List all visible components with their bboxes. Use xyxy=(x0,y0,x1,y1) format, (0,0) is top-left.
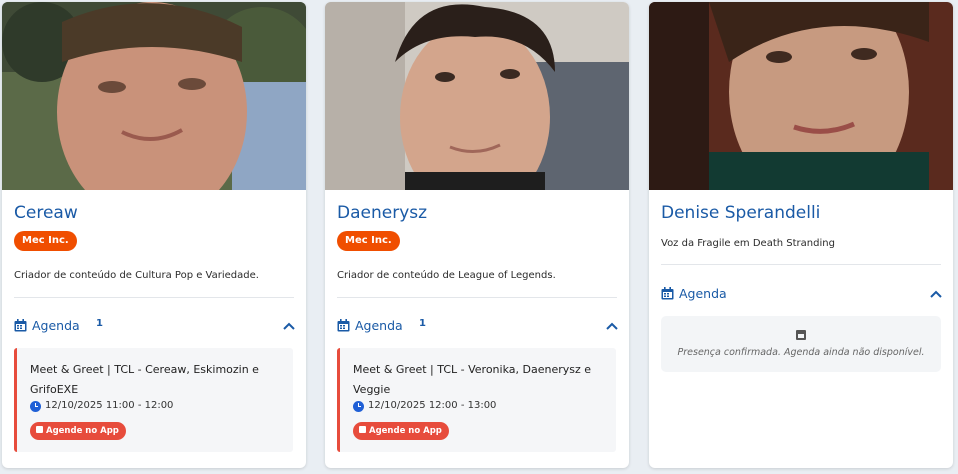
divider xyxy=(337,297,617,298)
chevron-up-icon[interactable] xyxy=(282,320,296,332)
agenda-event: Meet & Greet | TCL - Veronika, Daenerysz… xyxy=(337,348,616,452)
clock-icon xyxy=(353,401,364,412)
talent-description: Voz da Fragile em Death Stranding xyxy=(661,238,835,249)
event-title: Meet & Greet | TCL - Veronika, Daenerysz… xyxy=(353,363,592,396)
agenda-label: Agenda xyxy=(679,286,727,301)
talent-name[interactable]: Denise Sperandelli xyxy=(661,203,820,223)
talent-card-cereaw: Cereaw Mec Inc. Criador de conteúdo de C… xyxy=(2,2,306,468)
event-title: Meet & Greet | TCL - Cereaw, Eskimozin e… xyxy=(30,363,259,396)
profile-photo xyxy=(2,2,306,190)
agenda-toggle[interactable]: Agenda xyxy=(661,285,943,305)
profile-photo xyxy=(649,2,953,190)
agenda-empty-state: Presença confirmada. Agenda ainda não di… xyxy=(661,316,941,372)
chevron-up-icon[interactable] xyxy=(605,320,619,332)
talent-card-daenerysz: Daenerysz Mec Inc. Criador de conteúdo d… xyxy=(325,2,629,468)
agenda-label: Agenda xyxy=(32,318,80,333)
schedule-in-app-button[interactable]: Agende no App xyxy=(30,422,126,440)
divider xyxy=(661,264,941,265)
calendar-icon xyxy=(359,426,366,433)
schedule-in-app-button[interactable]: Agende no App xyxy=(353,422,449,440)
talent-name[interactable]: Cereaw xyxy=(14,203,78,223)
talent-card-denise-sperandelli: Denise Sperandelli Voz da Fragile em Dea… xyxy=(649,2,953,468)
calendar-icon xyxy=(661,287,674,300)
agenda-count: 1 xyxy=(96,318,103,329)
agenda-toggle[interactable]: Agenda 1 xyxy=(337,317,619,337)
clock-icon xyxy=(30,401,41,412)
calendar-x-icon xyxy=(796,330,806,340)
agenda-label: Agenda xyxy=(355,318,403,333)
company-badge: Mec Inc. xyxy=(14,231,77,251)
agenda-empty-message: Presença confirmada. Agenda ainda não di… xyxy=(677,347,925,358)
talent-name[interactable]: Daenerysz xyxy=(337,203,427,223)
divider xyxy=(14,297,294,298)
calendar-icon xyxy=(337,319,350,332)
profile-photo xyxy=(325,2,629,190)
talent-description: Criador de conteúdo de League of Legends… xyxy=(337,270,556,281)
calendar-icon xyxy=(14,319,27,332)
agenda-event: Meet & Greet | TCL - Cereaw, Eskimozin e… xyxy=(14,348,293,452)
talent-description: Criador de conteúdo de Cultura Pop e Var… xyxy=(14,270,259,281)
agenda-toggle[interactable]: Agenda 1 xyxy=(14,317,296,337)
calendar-icon xyxy=(36,426,43,433)
company-badge: Mec Inc. xyxy=(337,231,400,251)
chevron-up-icon[interactable] xyxy=(929,288,943,300)
agenda-count: 1 xyxy=(419,318,426,329)
